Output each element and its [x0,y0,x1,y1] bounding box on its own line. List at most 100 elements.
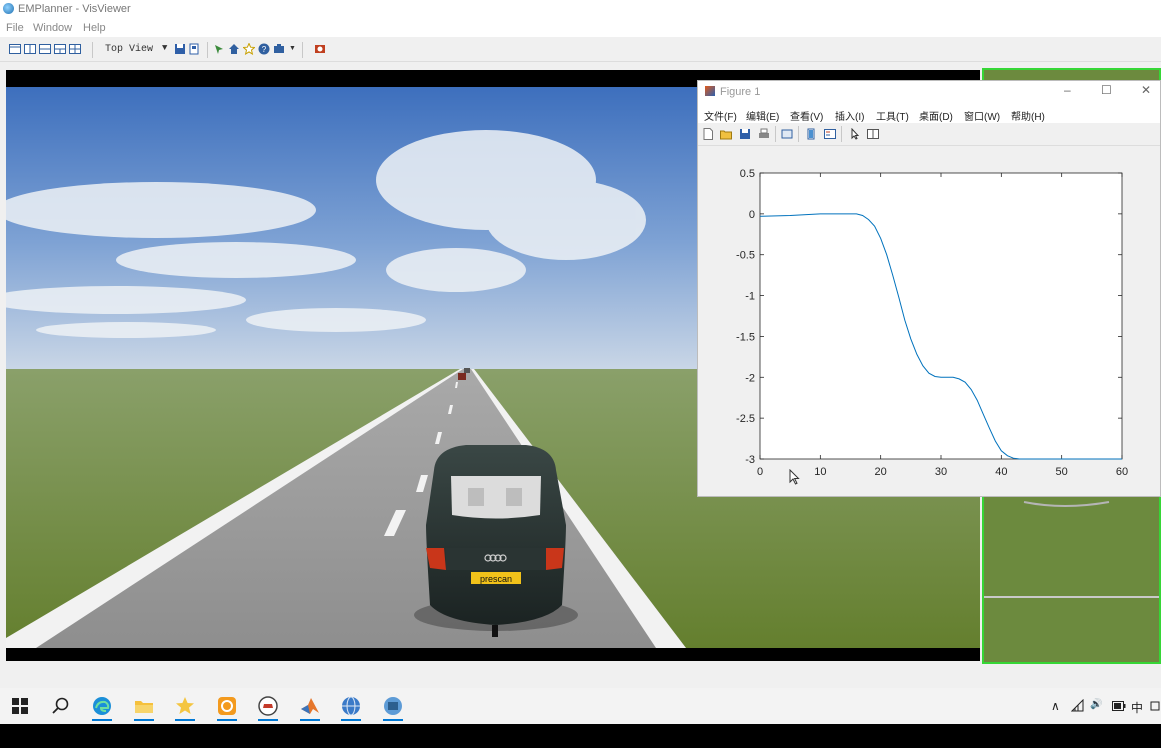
layout-quad-icon[interactable] [69,43,81,55]
active-indicator [258,719,278,721]
network-icon[interactable] [1071,699,1085,713]
start-icon[interactable] [10,696,30,716]
y-tick-label: -3 [745,454,755,466]
minimize-button[interactable]: – [1064,83,1071,97]
load-view-icon[interactable] [188,43,200,55]
favorites-app-icon[interactable] [175,696,195,716]
active-indicator [175,719,195,721]
menu-help[interactable]: Help [83,22,106,34]
menu-bar: File Window Help [0,19,1161,37]
x-tick-label: 10 [814,466,826,478]
view-mode-label: Top View [105,44,154,55]
battery-icon[interactable] [1112,701,1126,711]
volume-icon[interactable]: 🔊 [1090,699,1102,710]
mouse-cursor-icon [789,469,800,485]
axes-box [759,172,1123,460]
camera-icon[interactable] [273,43,285,55]
toolbar-separator [207,42,208,58]
y-tick-label: -1.5 [736,331,755,343]
help-icon[interactable]: ? [258,43,270,55]
tray-chevron-icon[interactable]: ∧ [1051,699,1060,713]
y-tick-label: -2 [745,372,755,384]
link-plot-icon[interactable] [781,128,793,140]
x-tick-label: 50 [1056,466,1068,478]
window-title: EMPlanner - VisViewer [18,3,131,15]
view-mode-select[interactable]: Top View ▼ [100,42,170,58]
figure-title: Figure 1 [720,86,761,98]
toolbar-separator [841,126,842,142]
figure-menu-edit[interactable]: 编辑(E) [746,108,779,123]
toolbar-separator [798,126,799,142]
line-chart: 0 10 20 30 40 50 60 0.5 0 -0.5 -1 -1.5 -2 -2.5 -3 [736,168,1128,478]
close-button[interactable]: ✕ [1141,83,1151,97]
plot-area[interactable]: 0 10 20 30 40 50 60 0.5 0 -0.5 -1 -1.5 -2 -2.5 -3 [698,146,1160,496]
figure-menu-help[interactable]: 帮助(H) [1011,108,1045,123]
maximize-button[interactable]: ☐ [1101,83,1112,97]
toolbar-separator [92,42,93,58]
x-tick-label: 40 [995,466,1007,478]
figure-menu-window[interactable]: 窗口(W) [964,108,1000,123]
ime-indicator[interactable]: 中 [1131,699,1143,716]
figure-title-bar: Figure 1 – ☐ ✕ [698,81,1160,103]
active-indicator [92,719,112,721]
new-figure-icon[interactable] [702,128,714,140]
toolbar-separator [302,42,303,58]
main-toolbar: Top View ▼ ? ▼ [0,39,1161,62]
x-tick-label: 20 [875,466,887,478]
open-file-icon[interactable] [720,128,732,140]
colorbar-icon[interactable] [805,128,817,140]
toolbar-separator [775,126,776,142]
pick-object-icon[interactable] [213,43,225,55]
figure-toolbar [698,123,1160,146]
layout-two-rows-icon[interactable] [39,43,51,55]
visviewer-icon[interactable] [383,696,403,716]
figure-window: Figure 1 – ☐ ✕ 文件(F) 编辑(E) 查看(V) 插入(I) 工… [697,80,1161,497]
print-icon[interactable] [758,128,770,140]
orange-app-icon[interactable] [217,696,237,716]
matlab-icon[interactable] [300,696,320,716]
star-icon[interactable] [243,43,255,55]
active-indicator [134,719,154,721]
save-view-icon[interactable] [174,43,186,55]
y-tick-label: 0.5 [740,168,755,180]
camera-dropdown-icon[interactable]: ▼ [289,45,296,52]
menu-file[interactable]: File [6,22,24,34]
file-explorer-icon[interactable] [134,696,154,716]
layout-three-icon[interactable] [54,43,66,55]
pointer-icon[interactable] [849,128,861,140]
layout-single-icon[interactable] [9,43,21,55]
y-tick-label: -0.5 [736,250,755,262]
figure-menu-tools[interactable]: 工具(T) [876,108,909,123]
save-figure-icon[interactable] [739,128,751,140]
menu-window[interactable]: Window [33,22,72,34]
car-app-icon[interactable] [258,696,278,716]
notification-icon[interactable] [1149,700,1161,712]
x-tick-label: 0 [757,466,763,478]
chevron-down-icon: ▼ [162,43,168,53]
figure-menu-file[interactable]: 文件(F) [704,108,737,123]
x-tick-label: 60 [1116,466,1128,478]
globe-app-icon[interactable] [341,696,361,716]
edge-icon[interactable] [92,696,112,716]
y-tick-label: 0 [749,209,755,221]
record-icon[interactable] [314,43,326,55]
svg-text:?: ? [262,45,267,54]
taskbar: ∧ 🔊 中 [0,688,1161,724]
x-tick-label: 30 [935,466,947,478]
search-icon[interactable] [51,696,71,716]
legend-icon[interactable] [824,128,836,140]
active-indicator [341,719,361,721]
figure-menu-insert[interactable]: 插入(I) [835,108,864,123]
active-indicator [300,719,320,721]
home-view-icon[interactable] [228,43,240,55]
active-indicator [383,719,403,721]
figure-menu-bar: 文件(F) 编辑(E) 查看(V) 插入(I) 工具(T) 桌面(D) 窗口(W… [698,103,1160,123]
active-indicator [217,719,237,721]
figure-menu-desktop[interactable]: 桌面(D) [919,108,953,123]
layout-two-columns-icon[interactable] [24,43,36,55]
figure-menu-view[interactable]: 查看(V) [790,108,823,123]
y-tick-label: -1 [745,291,755,303]
ego-car: prescan [414,445,578,637]
property-editor-icon[interactable] [867,128,879,140]
license-plate: prescan [480,574,512,584]
